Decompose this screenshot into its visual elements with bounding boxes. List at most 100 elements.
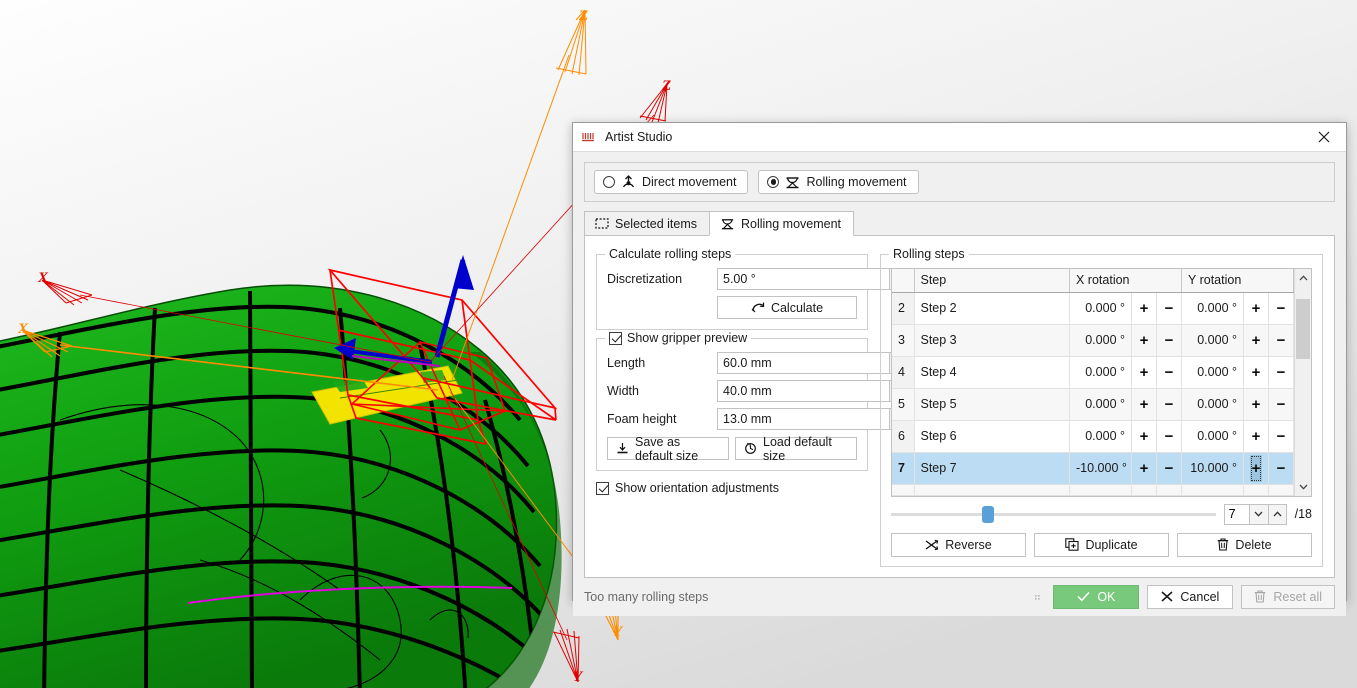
chevron-up-icon bbox=[1273, 511, 1282, 517]
row-step-name[interactable]: Step 2 bbox=[914, 292, 1070, 325]
row-number: 4 bbox=[892, 356, 915, 389]
row-x-plus-button[interactable]: + bbox=[1138, 327, 1150, 354]
step-slider-track[interactable] bbox=[891, 513, 1216, 516]
row-x-plus-button[interactable]: + bbox=[1138, 295, 1150, 322]
row-y-minus-button[interactable]: − bbox=[1275, 423, 1287, 450]
row-x-plus-button[interactable]: + bbox=[1138, 423, 1150, 450]
row-y-minus-button[interactable]: − bbox=[1275, 455, 1287, 482]
scrollbar-thumb[interactable] bbox=[1296, 299, 1310, 359]
row-y-minus-button[interactable]: − bbox=[1275, 295, 1287, 322]
row-y-plus-button[interactable]: + bbox=[1250, 454, 1262, 482]
step-decrement-button[interactable] bbox=[1248, 503, 1268, 525]
dialog-titlebar[interactable]: Artist Studio bbox=[573, 123, 1346, 152]
row-x-minus-button[interactable]: − bbox=[1163, 327, 1175, 354]
mode-option-direct-movement[interactable]: Direct movement bbox=[594, 170, 749, 194]
gripper-group-title[interactable]: Show gripper preview bbox=[605, 331, 752, 345]
row-number: 2 bbox=[892, 292, 915, 325]
radio-direct-movement[interactable] bbox=[603, 176, 615, 188]
row-y-plus-button[interactable]: + bbox=[1250, 295, 1262, 322]
row-y-plus-button[interactable]: + bbox=[1250, 327, 1262, 354]
row-x-rotation[interactable]: 0.000 ° bbox=[1069, 420, 1132, 453]
row-x-minus-button[interactable]: − bbox=[1163, 391, 1175, 418]
close-icon[interactable] bbox=[1302, 123, 1346, 151]
row-y-rotation[interactable]: 0.000 ° bbox=[1181, 292, 1244, 325]
show-orientation-adjustments-checkbox[interactable] bbox=[596, 481, 609, 495]
rolling-steps-table-scroll[interactable]: Step X rotation Y rotation 2 Step 2 0.00… bbox=[892, 269, 1294, 496]
table-vertical-scrollbar[interactable] bbox=[1294, 269, 1311, 496]
load-default-size-button[interactable]: Load default size bbox=[735, 435, 857, 463]
row-y-rotation[interactable]: 10.000 ° bbox=[1181, 452, 1244, 485]
row-step-name[interactable]: Step 6 bbox=[914, 420, 1070, 453]
row-y-minus-button[interactable]: − bbox=[1275, 359, 1287, 386]
table-row[interactable]: 6 Step 6 0.000 ° + − 0.000 ° + − bbox=[892, 420, 1294, 453]
row-x-rotation[interactable]: 0.000 ° bbox=[1069, 324, 1132, 357]
mode-option-rolling-movement[interactable]: Rolling movement bbox=[758, 170, 919, 194]
cancel-button[interactable]: Cancel bbox=[1147, 584, 1234, 609]
table-row-partial[interactable] bbox=[892, 484, 1294, 496]
row-x-minus-button[interactable]: − bbox=[1163, 295, 1175, 322]
foam-height-input[interactable] bbox=[717, 408, 889, 430]
header-y-rotation[interactable]: Y rotation bbox=[1181, 269, 1294, 293]
width-label: Width bbox=[607, 384, 639, 398]
duplicate-button[interactable]: Duplicate bbox=[1034, 532, 1169, 557]
row-step-name[interactable]: Step 3 bbox=[914, 324, 1070, 357]
row-step-name[interactable]: Step 4 bbox=[914, 356, 1070, 389]
table-row[interactable]: 4 Step 4 0.000 ° + − 0.000 ° + − bbox=[892, 356, 1294, 389]
row-x-rotation[interactable]: 0.000 ° bbox=[1069, 356, 1132, 389]
row-x-minus-button[interactable]: − bbox=[1163, 423, 1175, 450]
length-input[interactable] bbox=[717, 352, 889, 374]
resize-grip-icon[interactable] bbox=[1035, 591, 1045, 603]
row-x-plus-button[interactable]: + bbox=[1138, 359, 1150, 386]
table-row-selected[interactable]: 7 Step 7 -10.000 ° + − 10.000 ° + − bbox=[892, 452, 1294, 485]
row-y-rotation[interactable]: 0.000 ° bbox=[1181, 420, 1244, 453]
step-number-stepper[interactable] bbox=[1223, 503, 1287, 525]
show-orientation-adjustments-row[interactable]: Show orientation adjustments bbox=[596, 481, 868, 495]
discretization-input[interactable] bbox=[717, 268, 889, 290]
length-row: Length + − bbox=[607, 352, 927, 374]
row-y-plus-button[interactable]: + bbox=[1250, 391, 1262, 418]
row-x-minus-button[interactable]: − bbox=[1163, 359, 1175, 386]
row-x-plus-button[interactable]: + bbox=[1138, 391, 1150, 418]
step-slider[interactable] bbox=[891, 504, 1216, 524]
width-input[interactable] bbox=[717, 380, 889, 402]
scroll-up-icon[interactable] bbox=[1295, 269, 1311, 286]
step-slider-handle[interactable] bbox=[981, 506, 994, 523]
table-row[interactable]: 3 Step 3 0.000 ° + − 0.000 ° + − bbox=[892, 324, 1294, 357]
radio-rolling-movement[interactable] bbox=[767, 176, 780, 188]
row-y-minus-button[interactable]: − bbox=[1275, 327, 1287, 354]
row-step-name[interactable]: Step 5 bbox=[914, 388, 1070, 421]
header-step[interactable]: Step bbox=[914, 269, 1070, 293]
step-increment-button[interactable] bbox=[1267, 503, 1287, 525]
row-y-plus-button[interactable]: + bbox=[1250, 359, 1262, 386]
duplicate-icon bbox=[1065, 538, 1079, 551]
ok-button[interactable]: OK bbox=[1053, 584, 1140, 609]
row-y-rotation[interactable]: 0.000 ° bbox=[1181, 356, 1244, 389]
scrollbar-track[interactable] bbox=[1295, 286, 1311, 479]
row-x-plus-button[interactable]: + bbox=[1138, 455, 1150, 482]
table-row[interactable]: 2 Step 2 0.000 ° + − 0.000 ° + − bbox=[892, 292, 1294, 325]
tab-selected-items[interactable]: Selected items bbox=[584, 211, 710, 236]
table-row[interactable]: 5 Step 5 0.000 ° + − 0.000 ° + − bbox=[892, 388, 1294, 421]
row-x-minus-button[interactable]: − bbox=[1163, 455, 1175, 482]
step-number-input[interactable] bbox=[1223, 503, 1249, 525]
reverse-button[interactable]: Reverse bbox=[891, 532, 1026, 557]
delete-button[interactable]: Delete bbox=[1177, 532, 1312, 557]
row-y-rotation[interactable]: 0.000 ° bbox=[1181, 324, 1244, 357]
show-gripper-preview-checkbox[interactable] bbox=[609, 331, 622, 345]
scroll-down-icon[interactable] bbox=[1295, 479, 1311, 496]
cancel-button-label: Cancel bbox=[1180, 589, 1220, 604]
reverse-button-label: Reverse bbox=[945, 537, 992, 552]
row-x-rotation[interactable]: -10.000 ° bbox=[1069, 452, 1132, 485]
tab-rolling-movement[interactable]: Rolling movement bbox=[708, 211, 855, 236]
row-y-minus-button[interactable]: − bbox=[1275, 391, 1287, 418]
calculate-button[interactable]: Calculate bbox=[717, 296, 857, 319]
row-step-name[interactable]: Step 7 bbox=[914, 452, 1070, 485]
row-x-rotation[interactable]: 0.000 ° bbox=[1069, 292, 1132, 325]
calculate-button-label: Calculate bbox=[770, 300, 824, 315]
reset-all-button[interactable]: Reset all bbox=[1241, 584, 1335, 609]
row-x-rotation[interactable]: 0.000 ° bbox=[1069, 388, 1132, 421]
row-y-rotation[interactable]: 0.000 ° bbox=[1181, 388, 1244, 421]
row-y-plus-button[interactable]: + bbox=[1250, 423, 1262, 450]
save-default-size-button[interactable]: Save as default size bbox=[607, 435, 729, 463]
header-x-rotation[interactable]: X rotation bbox=[1069, 269, 1182, 293]
